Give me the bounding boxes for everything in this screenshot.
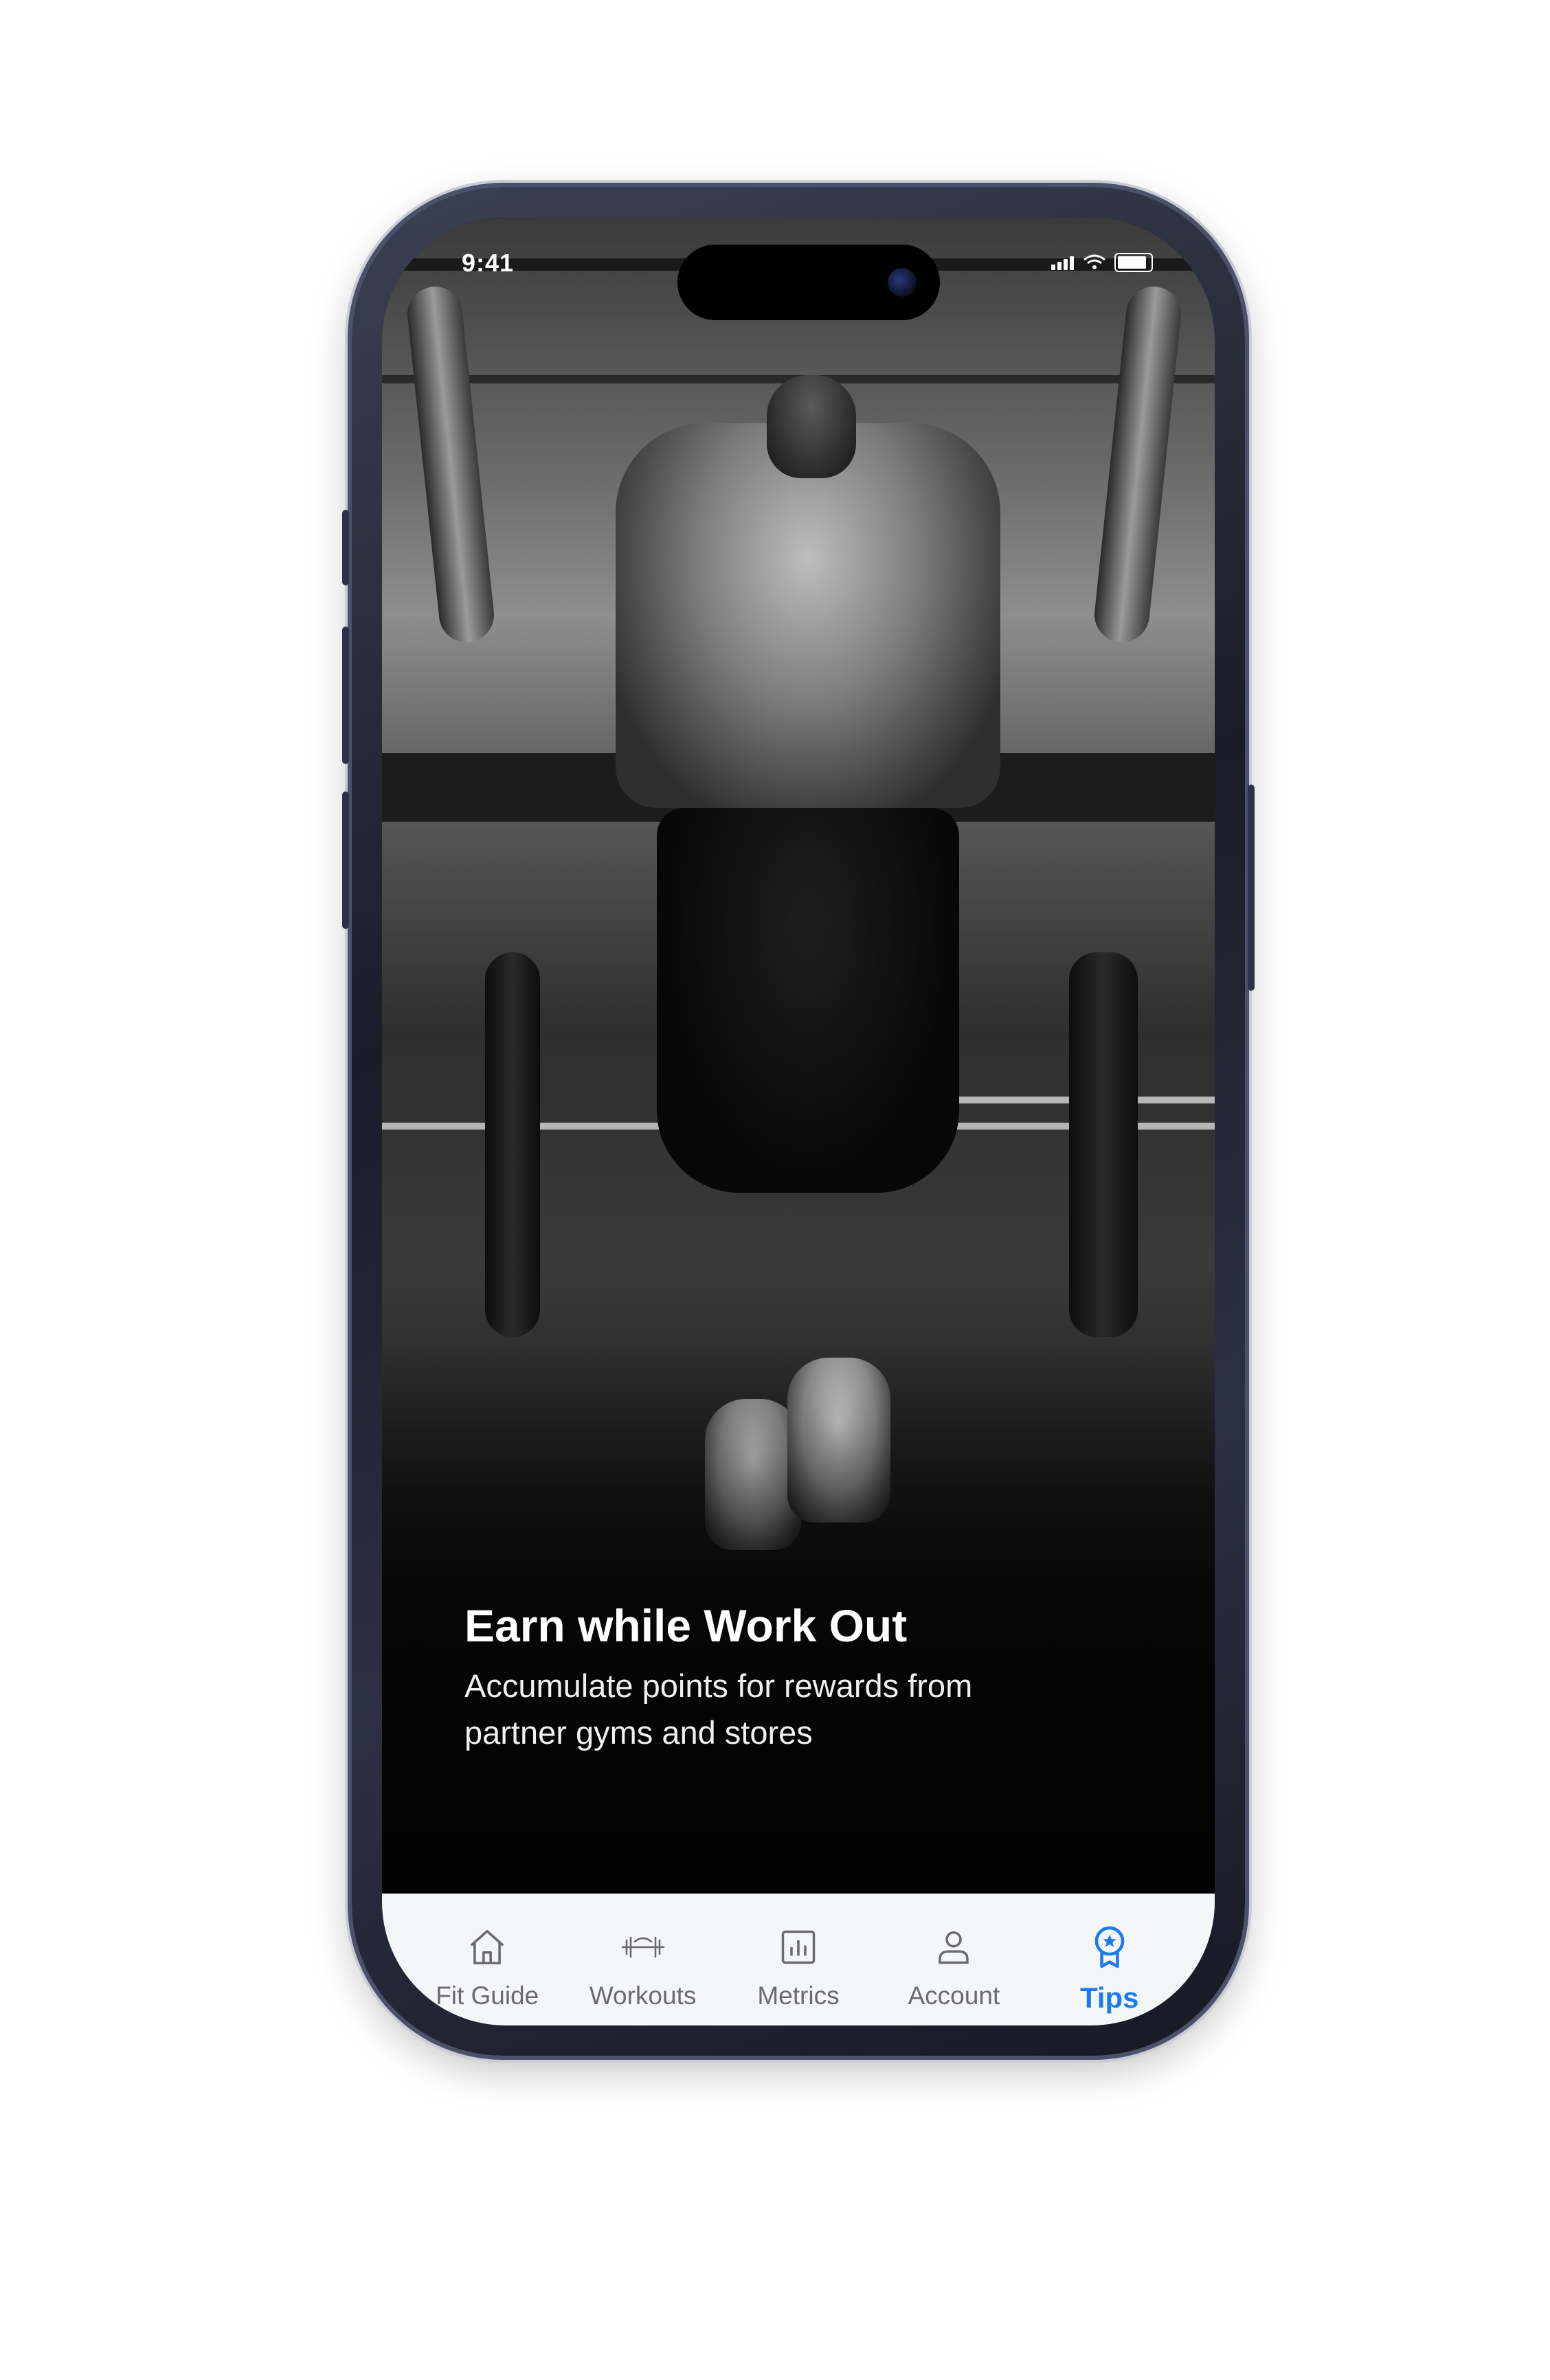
athlete-head [767,375,856,478]
athlete-shorts [657,808,959,1193]
hero-subtitle: Accumulate points for rewards from partn… [464,1668,973,1751]
tab-metrics[interactable]: Metrics [723,1922,874,2010]
hero-title: Earn while Work Out [464,1600,908,1651]
tab-workouts[interactable]: Workouts [568,1922,719,2010]
power-button [1248,785,1255,991]
status-time: 9:41 [462,249,515,277]
tab-account[interactable]: Account [878,1922,1029,2010]
right-arm [1092,284,1184,645]
silent-switch [342,510,349,585]
weight-plate-right [1069,952,1138,1337]
volume-up-button [342,627,349,764]
wifi-icon [1083,254,1105,269]
tab-label: Workouts [589,1982,697,2010]
front-camera [888,268,917,297]
weight-plate-left [485,952,540,1337]
left-arm [405,284,497,645]
tab-label: Fit Guide [436,1982,539,2010]
status-indicators [1051,253,1153,272]
volume-down-button [342,792,349,929]
award-badge-icon [1085,1922,1134,1972]
athlete-back [616,423,1000,808]
tab-fit-guide[interactable]: Fit Guide [412,1922,563,2010]
phone-frame: 9:41 Earn while Work Out Accumulate poin… [342,187,1255,2056]
battery-icon [1114,253,1153,272]
tab-tips[interactable]: Tips [1034,1922,1185,2014]
tab-label: Account [908,1982,1000,2010]
tab-label: Tips [1079,1982,1139,2014]
bar-chart-icon [774,1922,823,1972]
dumbbell-icon [618,1922,668,1972]
app-screen: 9:41 Earn while Work Out Accumulate poin… [382,217,1215,2025]
dynamic-island [677,245,940,320]
home-icon [462,1922,512,1972]
user-icon [929,1922,978,1972]
signal-icon [1051,255,1075,270]
canvas: 9:41 Earn while Work Out Accumulate poin… [0,0,1550,2380]
